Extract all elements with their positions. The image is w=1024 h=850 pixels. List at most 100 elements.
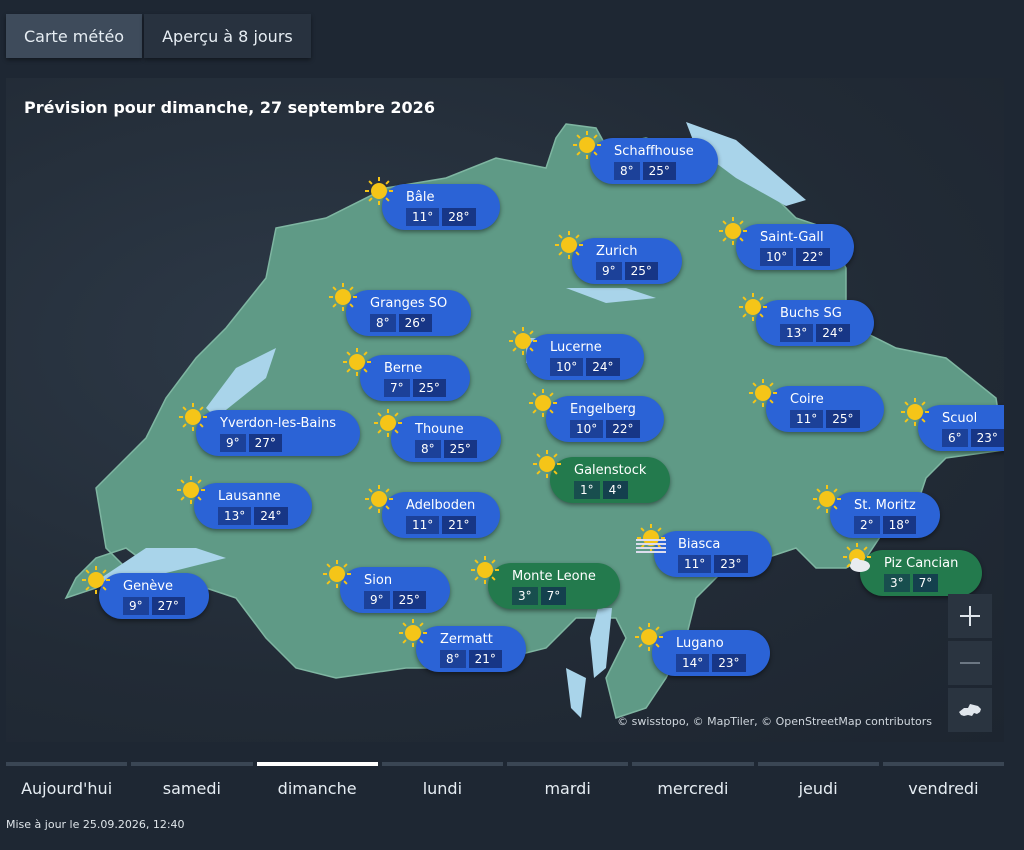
day-indicator: [882, 762, 1004, 766]
zoom-out-button[interactable]: [948, 641, 992, 685]
day-tab-5[interactable]: mercredi: [632, 762, 754, 798]
station-granges-so[interactable]: Granges SO 8° 26°: [328, 283, 472, 336]
station-monte-leone[interactable]: Monte Leone 3° 7°: [470, 556, 620, 609]
station-name: Yverdon-les-Bains: [220, 415, 337, 431]
map-attribution: © swisstopo, © MapTiler, © OpenStreetMap…: [617, 715, 932, 728]
station-label[interactable]: Granges SO 8° 26°: [346, 290, 472, 336]
sun-icon: [399, 619, 427, 647]
temp-min: 9°: [596, 261, 622, 280]
station-sion[interactable]: Sion 9° 25°: [322, 560, 450, 613]
temperature-range: 9° 27°: [123, 596, 185, 615]
station-lugano[interactable]: Lugano 14° 23°: [634, 623, 770, 676]
temp-min: 11°: [406, 515, 440, 534]
temp-min: 13°: [218, 506, 252, 525]
day-indicator: [757, 762, 879, 766]
reset-view-button[interactable]: [948, 688, 992, 732]
station-lucerne[interactable]: Lucerne 10° 24°: [508, 327, 644, 380]
station-label[interactable]: Piz Cancian 3° 7°: [860, 550, 983, 596]
sun-icon: [529, 389, 557, 417]
temp-max: 27°: [151, 596, 185, 615]
sun-cloud-icon: [843, 543, 871, 572]
sun-icon: [365, 177, 393, 205]
station-label[interactable]: Buchs SG 13° 24°: [756, 300, 874, 346]
tab-weather-map[interactable]: Carte météo: [6, 14, 143, 58]
station-label[interactable]: Schaffhouse 8° 25°: [590, 138, 718, 184]
temp-min: 10°: [570, 419, 604, 438]
temperature-range: 9° 25°: [364, 590, 426, 609]
day-tab-6[interactable]: jeudi: [757, 762, 879, 798]
tab-8-day-overview[interactable]: Aperçu à 8 jours: [144, 14, 311, 58]
temperature-range: 10° 22°: [760, 247, 830, 266]
station-label[interactable]: Berne 7° 25°: [360, 355, 470, 401]
station-adelboden[interactable]: Adelboden 11° 21°: [364, 485, 500, 538]
station-name: Bâle: [406, 189, 435, 205]
station-b-le[interactable]: Bâle 11° 28°: [364, 177, 500, 230]
station-label[interactable]: Thoune 8° 25°: [391, 416, 501, 462]
station-coire[interactable]: Coire 11° 25°: [748, 379, 884, 432]
temperature-range: 13° 24°: [218, 506, 288, 525]
station-scuol[interactable]: Scuol 6° 23°: [900, 398, 1004, 451]
station-label[interactable]: Scuol 6° 23°: [918, 405, 1004, 451]
day-tab-1[interactable]: samedi: [131, 762, 253, 798]
station-label[interactable]: Lugano 14° 23°: [652, 630, 770, 676]
weather-map[interactable]: Prévision pour dimanche, 27 septembre 20…: [6, 78, 1004, 742]
temp-max: 25°: [392, 590, 426, 609]
station-label[interactable]: Monte Leone 3° 7°: [488, 563, 620, 609]
station-saint-gall[interactable]: Saint-Gall 10° 22°: [718, 217, 854, 270]
temp-min: 11°: [678, 554, 712, 573]
station-zermatt[interactable]: Zermatt 8° 21°: [398, 619, 526, 672]
station-name: Lucerne: [550, 339, 602, 355]
station-label[interactable]: Genève 9° 27°: [99, 573, 209, 619]
sun-icon: [901, 398, 929, 426]
station-gen-ve[interactable]: Genève 9° 27°: [81, 566, 209, 619]
sun-icon: [365, 485, 393, 513]
station-engelberg[interactable]: Engelberg 10° 22°: [528, 389, 664, 442]
station-name: Genève: [123, 578, 174, 594]
day-label: mercredi: [657, 779, 729, 798]
temperature-range: 10° 22°: [570, 419, 640, 438]
station-label[interactable]: Adelboden 11° 21°: [382, 492, 500, 538]
station-label[interactable]: Zurich 9° 25°: [572, 238, 682, 284]
day-tab-2[interactable]: dimanche: [256, 762, 378, 798]
temp-max: 22°: [796, 247, 830, 266]
temperature-range: 10° 24°: [550, 357, 620, 376]
temp-max: 25°: [443, 439, 477, 458]
day-tab-4[interactable]: mardi: [507, 762, 629, 798]
day-tab-0[interactable]: Aujourd'hui: [6, 762, 128, 798]
station-name: Zurich: [596, 243, 638, 259]
station-schaffhouse[interactable]: Schaffhouse 8° 25°: [572, 131, 718, 184]
station-label[interactable]: Biasca 11° 23°: [654, 531, 772, 577]
station-label[interactable]: Sion 9° 25°: [340, 567, 450, 613]
station-label[interactable]: Coire 11° 25°: [766, 386, 884, 432]
station-label[interactable]: Saint-Gall 10° 22°: [736, 224, 854, 270]
temperature-range: 11° 28°: [406, 207, 476, 226]
station-galenstock[interactable]: Galenstock 1° 4°: [532, 450, 671, 503]
station-label[interactable]: Lausanne 13° 24°: [194, 483, 312, 529]
temperature-range: 3° 7°: [512, 586, 596, 605]
station-buchs-sg[interactable]: Buchs SG 13° 24°: [738, 293, 874, 346]
station-berne[interactable]: Berne 7° 25°: [342, 348, 470, 401]
station-label[interactable]: Engelberg 10° 22°: [546, 396, 664, 442]
station-yverdon-les-bains[interactable]: Yverdon-les-Bains 9° 27°: [178, 403, 361, 456]
station-label[interactable]: Galenstock 1° 4°: [550, 457, 671, 503]
station-st-moritz[interactable]: St. Moritz 2° 18°: [812, 485, 940, 538]
temp-min: 13°: [780, 323, 814, 342]
station-label[interactable]: Bâle 11° 28°: [382, 184, 500, 230]
day-tab-7[interactable]: vendredi: [882, 762, 1004, 798]
temp-min: 10°: [760, 247, 794, 266]
station-label[interactable]: Yverdon-les-Bains 9° 27°: [196, 410, 361, 456]
station-label[interactable]: St. Moritz 2° 18°: [830, 492, 940, 538]
station-lausanne[interactable]: Lausanne 13° 24°: [176, 476, 312, 529]
station-thoune[interactable]: Thoune 8° 25°: [373, 409, 501, 462]
station-piz-cancian[interactable]: Piz Cancian 3° 7°: [842, 543, 983, 596]
temperature-range: 13° 24°: [780, 323, 850, 342]
temp-min: 7°: [384, 378, 410, 397]
station-label[interactable]: Zermatt 8° 21°: [416, 626, 526, 672]
temp-min: 11°: [790, 409, 824, 428]
station-label[interactable]: Lucerne 10° 24°: [526, 334, 644, 380]
day-tab-3[interactable]: lundi: [381, 762, 503, 798]
station-biasca[interactable]: Biasca 11° 23°: [636, 524, 772, 577]
temperature-range: 1° 4°: [574, 480, 646, 499]
zoom-in-button[interactable]: [948, 594, 992, 638]
station-zurich[interactable]: Zurich 9° 25°: [554, 231, 682, 284]
